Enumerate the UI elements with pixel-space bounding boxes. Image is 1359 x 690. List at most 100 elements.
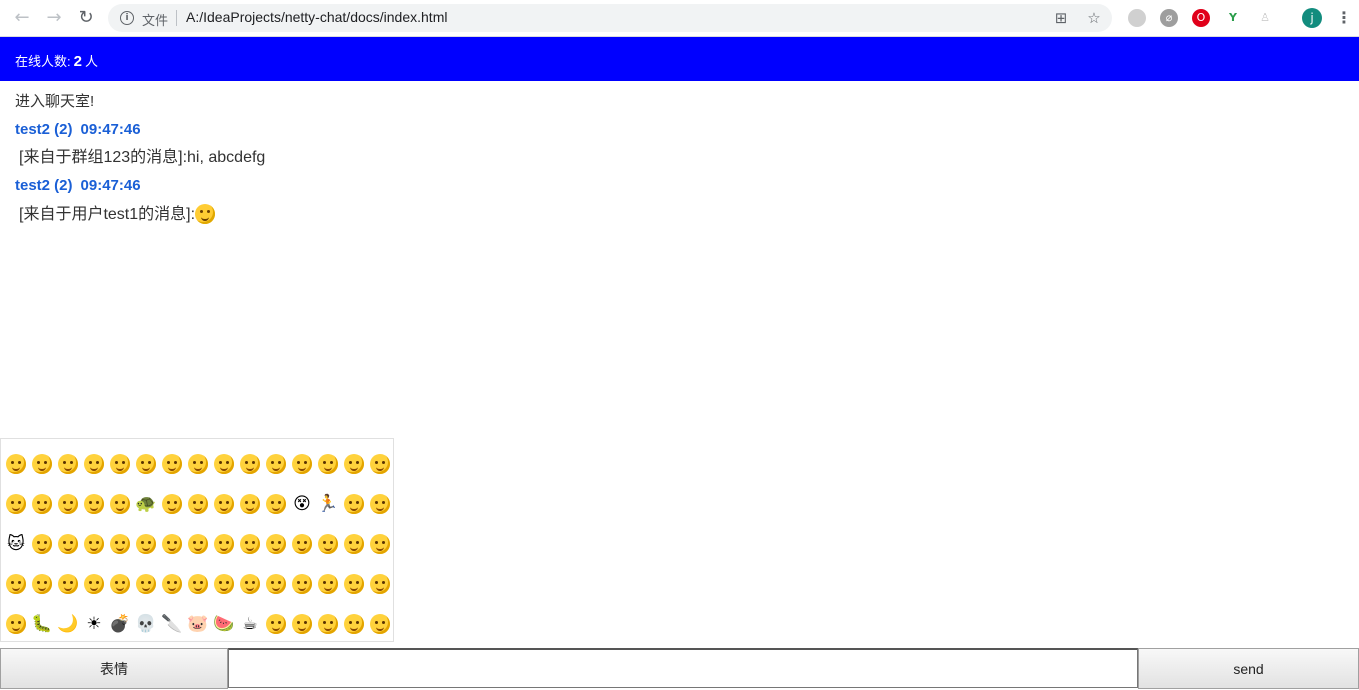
emoji-option[interactable] xyxy=(55,443,81,483)
extension-icon[interactable]: ♙ xyxy=(1256,9,1274,27)
emoji-option[interactable] xyxy=(289,523,315,563)
emoji-option[interactable] xyxy=(107,523,133,563)
emoji-option[interactable] xyxy=(237,443,263,483)
translate-icon[interactable]: ⊞ xyxy=(1052,9,1070,27)
message-header: test2 (2) 09:47:46 xyxy=(15,176,1345,204)
emoji-option[interactable] xyxy=(211,483,237,523)
emoji-option[interactable] xyxy=(263,563,289,603)
emoji-option[interactable] xyxy=(55,523,81,563)
forward-arrow-icon[interactable]: → xyxy=(42,6,66,30)
emoji-option[interactable] xyxy=(81,563,107,603)
emoji-option[interactable] xyxy=(263,443,289,483)
emoji-option[interactable] xyxy=(211,523,237,563)
emoji-option[interactable]: 🐷 xyxy=(185,603,211,643)
bookmark-star-icon[interactable]: ☆ xyxy=(1085,9,1103,27)
browser-toolbar: ← → ↻ i 文件 A:/IdeaProjects/netty-chat/do… xyxy=(0,0,1359,37)
emoji-option[interactable] xyxy=(185,483,211,523)
emoji-option[interactable] xyxy=(159,523,185,563)
emoji-option[interactable] xyxy=(159,483,185,523)
adblock-icon[interactable]: O xyxy=(1192,9,1210,27)
info-icon[interactable]: i xyxy=(120,11,134,25)
emoji-option[interactable]: 😵 xyxy=(289,483,315,523)
emoji-option[interactable] xyxy=(55,563,81,603)
emoji-option[interactable] xyxy=(263,603,289,643)
emoji-option[interactable]: 🍉 xyxy=(211,603,237,643)
back-arrow-icon[interactable]: ← xyxy=(10,6,34,30)
emoji-option[interactable] xyxy=(29,483,55,523)
emoji-option[interactable] xyxy=(237,563,263,603)
emoji-option[interactable] xyxy=(289,443,315,483)
emoji-option[interactable] xyxy=(29,563,55,603)
message-sender: test2 (2) xyxy=(15,177,73,194)
emoji-option[interactable] xyxy=(133,563,159,603)
emoji-option[interactable] xyxy=(211,563,237,603)
emoji-option[interactable] xyxy=(3,483,29,523)
emoji-option[interactable] xyxy=(185,563,211,603)
emoji-option[interactable] xyxy=(341,603,367,643)
emoji-option[interactable] xyxy=(159,443,185,483)
emoji-option[interactable] xyxy=(133,443,159,483)
emoji-option[interactable] xyxy=(367,563,393,603)
emoji-option[interactable] xyxy=(81,523,107,563)
reload-icon[interactable]: ↻ xyxy=(74,6,98,30)
emoji-option[interactable]: ☕ xyxy=(237,603,263,643)
emoji-option[interactable] xyxy=(341,483,367,523)
smiley-face-icon xyxy=(266,534,286,554)
emoji-option[interactable]: 🏃 xyxy=(315,483,341,523)
emoji-option[interactable] xyxy=(159,563,185,603)
emoji-option[interactable] xyxy=(185,443,211,483)
emoji-option[interactable] xyxy=(107,483,133,523)
url-text[interactable]: A:/IdeaProjects/netty-chat/docs/index.ht… xyxy=(186,9,447,25)
emoji-option[interactable] xyxy=(81,483,107,523)
emoji-option[interactable] xyxy=(133,523,159,563)
smiley-face-icon xyxy=(32,574,52,594)
emoji-option[interactable]: 💀 xyxy=(133,603,159,643)
message-input[interactable] xyxy=(228,648,1138,688)
emoji-button[interactable]: 表情 xyxy=(0,648,228,689)
emoji-option[interactable] xyxy=(3,443,29,483)
emoji-option[interactable] xyxy=(237,483,263,523)
emoji-option[interactable]: 🌙 xyxy=(55,603,81,643)
emoji-option[interactable] xyxy=(3,603,29,643)
emoji-option[interactable] xyxy=(367,483,393,523)
emoji-option[interactable] xyxy=(29,443,55,483)
emoji-option[interactable] xyxy=(315,603,341,643)
more-menu-icon[interactable]: ⋮ xyxy=(1336,7,1352,29)
emoji-option[interactable] xyxy=(107,563,133,603)
emoji-option[interactable] xyxy=(81,443,107,483)
extension-icon[interactable]: Y xyxy=(1224,9,1242,27)
emoji-option[interactable] xyxy=(289,603,315,643)
emoji-option[interactable]: 🐢 xyxy=(133,483,159,523)
emoji-option[interactable] xyxy=(367,603,393,643)
emoji-option[interactable] xyxy=(315,443,341,483)
extension-icon[interactable] xyxy=(1128,9,1146,27)
profile-avatar[interactable]: j xyxy=(1302,8,1322,28)
emoji-option[interactable] xyxy=(341,563,367,603)
emoji-option[interactable] xyxy=(185,523,211,563)
emoji-option[interactable] xyxy=(341,523,367,563)
emoji-option[interactable] xyxy=(315,563,341,603)
emoji-option[interactable] xyxy=(29,523,55,563)
emoji-option[interactable] xyxy=(107,443,133,483)
emoji-option[interactable] xyxy=(367,523,393,563)
emoji-option[interactable] xyxy=(315,523,341,563)
emoji-option[interactable] xyxy=(3,563,29,603)
emoji-option[interactable]: 🔪 xyxy=(159,603,185,643)
message-time: 09:47:46 xyxy=(80,177,141,194)
smiley-face-icon xyxy=(188,454,208,474)
emoji-option[interactable] xyxy=(289,563,315,603)
emoji-option[interactable]: 🐱 xyxy=(3,523,29,563)
emoji-option[interactable]: ☀ xyxy=(81,603,107,643)
emoji-option[interactable]: 🐛 xyxy=(29,603,55,643)
address-bar[interactable]: i 文件 A:/IdeaProjects/netty-chat/docs/ind… xyxy=(108,4,1112,32)
emoji-option[interactable] xyxy=(211,443,237,483)
emoji-option[interactable] xyxy=(55,483,81,523)
emoji-option[interactable] xyxy=(263,483,289,523)
emoji-option[interactable]: 💣 xyxy=(107,603,133,643)
extension-icon[interactable]: ⌀ xyxy=(1160,9,1178,27)
emoji-option[interactable] xyxy=(237,523,263,563)
emoji-option[interactable] xyxy=(263,523,289,563)
emoji-option[interactable] xyxy=(367,443,393,483)
send-button[interactable]: send xyxy=(1138,648,1359,689)
emoji-option[interactable] xyxy=(341,443,367,483)
